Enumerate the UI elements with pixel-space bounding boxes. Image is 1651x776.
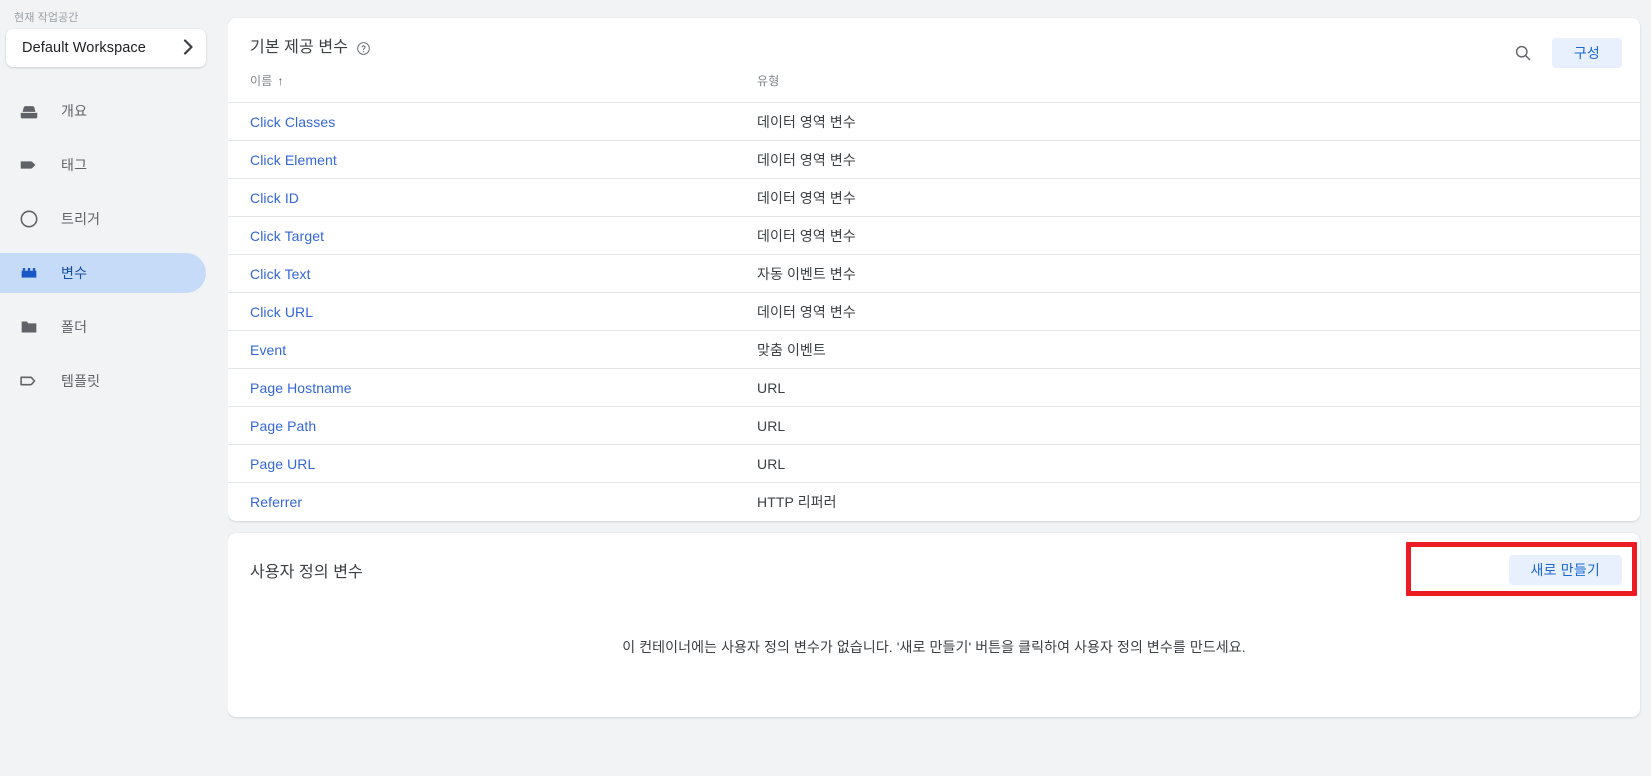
overview-icon — [18, 99, 44, 123]
variable-type-cell: 데이터 영역 변수 — [757, 292, 1640, 331]
template-icon — [18, 369, 44, 393]
variable-type-cell: 데이터 영역 변수 — [757, 216, 1640, 255]
table-row[interactable]: Click Target 데이터 영역 변수 — [228, 216, 1640, 255]
search-icon[interactable] — [1510, 40, 1536, 66]
table-row[interactable]: Click ID 데이터 영역 변수 — [228, 178, 1640, 217]
builtin-variables-card: 기본 제공 변수 구성 이름 ↑ 유형 Click Classes 데이터 영역… — [228, 18, 1640, 521]
builtin-header-actions: 구성 — [1510, 38, 1622, 68]
table-row[interactable]: Click URL 데이터 영역 변수 — [228, 292, 1640, 331]
variable-type-cell: 데이터 영역 변수 — [757, 178, 1640, 217]
folder-icon — [18, 315, 44, 339]
variable-name-cell: Click Target — [228, 216, 757, 255]
variable-type-cell: 맞춤 이벤트 — [757, 330, 1640, 369]
trigger-icon — [18, 207, 44, 231]
tag-icon — [18, 153, 44, 177]
sidebar-item-templates-label: 템플릿 — [61, 373, 101, 389]
sidebar-item-triggers-label: 트리거 — [61, 211, 101, 227]
variable-name-cell: Page Hostname — [228, 368, 757, 407]
workspace-caption: 현재 작업공간 — [14, 12, 79, 24]
sidebar-item-tags[interactable]: 태그 — [0, 145, 206, 185]
user-defined-variables-card: 사용자 정의 변수 새로 만들기 이 컨테이너에는 사용자 정의 변수가 없습니… — [228, 532, 1640, 717]
sidebar-item-folders[interactable]: 폴더 — [0, 307, 206, 347]
user-defined-header-actions: 새로 만들기 — [1508, 554, 1622, 585]
column-header-type[interactable]: 유형 — [757, 72, 1640, 103]
table-row[interactable]: Referrer HTTP 리퍼러 — [228, 483, 1640, 521]
variable-link[interactable]: Page Hostname — [250, 380, 352, 396]
variable-type-cell: URL — [757, 444, 1640, 483]
builtin-variables-table: 이름 ↑ 유형 Click Classes 데이터 영역 변수 Click El… — [228, 72, 1640, 521]
variable-name-cell: Click ID — [228, 178, 757, 217]
configure-button[interactable]: 구성 — [1551, 38, 1622, 68]
variable-type-cell: 데이터 영역 변수 — [757, 140, 1640, 179]
main-content: 기본 제공 변수 구성 이름 ↑ 유형 Click Classes 데이터 영역… — [228, 0, 1651, 776]
empty-state-message: 이 컨테이너에는 사용자 정의 변수가 없습니다. '새로 만들기' 버튼을 클… — [622, 638, 1246, 655]
variable-name-cell: Page Path — [228, 406, 757, 445]
sidebar-item-triggers[interactable]: 트리거 — [0, 199, 206, 239]
sidebar-nav: 개요 태그 트리거 변수 폴더 템플릿 — [0, 91, 228, 401]
user-defined-title: 사용자 정의 변수 — [250, 563, 363, 581]
builtin-variables-title-wrap: 기본 제공 변수 — [250, 38, 371, 58]
sidebar-item-variables-label: 변수 — [61, 265, 88, 281]
variable-name-cell: Click URL — [228, 292, 757, 331]
table-head: 이름 ↑ 유형 — [228, 72, 1640, 103]
table-row[interactable]: Event 맞춤 이벤트 — [228, 330, 1640, 369]
variable-name-cell: Click Classes — [228, 102, 757, 141]
workspace-name: Default Workspace — [22, 40, 146, 56]
page-title: 기본 제공 변수 — [250, 39, 349, 56]
variable-link[interactable]: Page Path — [250, 418, 316, 434]
sidebar: 현재 작업공간 Default Workspace 개요 태그 트리거 변수 폴… — [0, 0, 228, 776]
table-row[interactable]: Click Text 자동 이벤트 변수 — [228, 254, 1640, 293]
table-row[interactable]: Page Hostname URL — [228, 368, 1640, 407]
variable-link[interactable]: Click Element — [250, 152, 337, 168]
variable-link[interactable]: Page URL — [250, 456, 315, 472]
gtm-app-window: 현재 작업공간 Default Workspace 개요 태그 트리거 변수 폴… — [0, 0, 1651, 776]
table-row[interactable]: Click Classes 데이터 영역 변수 — [228, 102, 1640, 141]
sidebar-item-folders-label: 폴더 — [61, 319, 88, 335]
variable-link[interactable]: Click ID — [250, 190, 299, 206]
variable-link[interactable]: Click URL — [250, 304, 313, 320]
sort-ascending-icon: ↑ — [277, 74, 284, 88]
variable-name-cell: Click Element — [228, 140, 757, 179]
sidebar-item-overview-label: 개요 — [61, 103, 88, 119]
variable-name-cell: Click Text — [228, 254, 757, 293]
variables-icon — [18, 261, 44, 285]
variable-link[interactable]: Event — [250, 342, 286, 358]
chevron-right-icon — [183, 38, 194, 58]
variable-type-cell: URL — [757, 406, 1640, 445]
variable-link[interactable]: Click Classes — [250, 114, 335, 130]
sidebar-item-overview[interactable]: 개요 — [0, 91, 206, 131]
variable-name-cell: Referrer — [228, 483, 757, 521]
sidebar-item-templates[interactable]: 템플릿 — [0, 361, 206, 401]
variable-link[interactable]: Click Text — [250, 266, 311, 282]
column-header-type-label: 유형 — [757, 74, 780, 88]
help-circle-icon[interactable] — [356, 41, 371, 56]
table-row[interactable]: Page Path URL — [228, 406, 1640, 445]
sidebar-item-tags-label: 태그 — [61, 157, 88, 173]
column-header-name[interactable]: 이름 ↑ — [228, 72, 757, 103]
variable-name-cell: Page URL — [228, 444, 757, 483]
sidebar-item-variables[interactable]: 변수 — [0, 253, 206, 293]
variable-type-cell: 데이터 영역 변수 — [757, 102, 1640, 141]
table-row[interactable]: Click Element 데이터 영역 변수 — [228, 140, 1640, 179]
column-header-name-label: 이름 — [250, 74, 273, 88]
new-variable-button[interactable]: 새로 만들기 — [1508, 554, 1622, 585]
variable-type-cell: 자동 이벤트 변수 — [757, 254, 1640, 293]
variable-link[interactable]: Click Target — [250, 228, 324, 244]
workspace-selector[interactable]: Default Workspace — [6, 29, 206, 67]
table-header-row: 이름 ↑ 유형 — [228, 72, 1640, 103]
table-body: Click Classes 데이터 영역 변수 Click Element 데이… — [228, 102, 1640, 521]
builtin-variables-header: 기본 제공 변수 구성 — [228, 18, 1640, 72]
variable-name-cell: Event — [228, 330, 757, 369]
user-defined-header: 사용자 정의 변수 새로 만들기 — [228, 533, 1640, 585]
variable-type-cell: HTTP 리퍼러 — [757, 493, 837, 510]
variable-type-cell: URL — [757, 368, 1640, 407]
variable-link[interactable]: Referrer — [250, 494, 302, 510]
table-row[interactable]: Page URL URL — [228, 444, 1640, 483]
